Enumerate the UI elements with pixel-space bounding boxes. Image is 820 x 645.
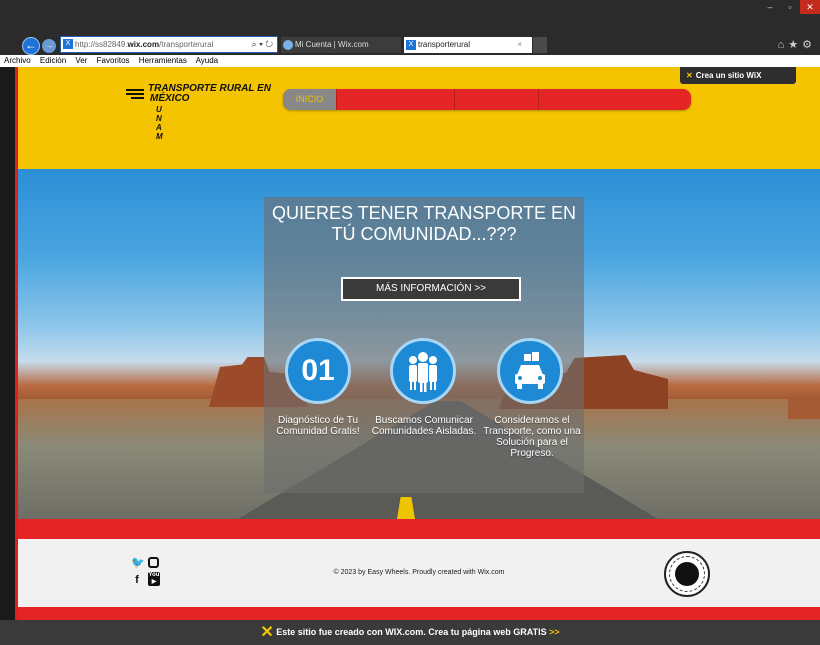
logo-title-line2: MÉXICO	[150, 93, 190, 104]
url-prefix: http://ss82849.	[75, 40, 128, 49]
seal-emblem	[675, 562, 699, 586]
logo-title: TRANSPORTE RURAL EN MÉXICO	[148, 84, 271, 104]
tab-close-icon[interactable]: ×	[517, 37, 522, 53]
mesa-rock	[788, 397, 820, 419]
close-window-button[interactable]: ✕	[800, 0, 820, 14]
tab-mi-cuenta[interactable]: Mi Cuenta | Wix.com	[281, 37, 401, 53]
red-bottom-band	[18, 607, 820, 620]
address-bar[interactable]: X http://ss82849.wix.com/transporterural…	[60, 36, 278, 53]
people-icon[interactable]	[390, 338, 456, 404]
wix-x-icon: ✕	[686, 71, 693, 80]
instagram-icon[interactable]	[148, 557, 159, 568]
tab-label: Mi Cuenta | Wix.com	[295, 40, 369, 49]
forward-button[interactable]: →	[42, 39, 56, 53]
nav-inicio[interactable]: INICIO	[283, 89, 337, 110]
number-01-icon[interactable]: 01	[285, 338, 351, 404]
car-icon[interactable]	[497, 338, 563, 404]
wix-banner-text: Este sitio fue creado con WIX.com. Crea …	[276, 627, 547, 637]
hero-panel: QUIERES TENER TRANSPORTE EN TÚ COMUNIDAD…	[264, 197, 584, 493]
url-path: /transporterural	[159, 40, 214, 49]
more-info-button[interactable]: MÁS INFORMACIÓN >>	[341, 277, 521, 301]
wix-favicon-icon: X	[406, 40, 416, 50]
logo-subtitle: U N A M	[156, 105, 166, 141]
wix-ad-banner[interactable]: ✕ Este sitio fue creado con WIX.com. Cre…	[0, 620, 820, 645]
footer: 🐦 f You ▶ © 2023 by Easy Wheels. Proudly …	[18, 539, 820, 607]
tab-transporterural[interactable]: X transporterural ×	[404, 37, 532, 53]
logo-lines-icon	[126, 89, 144, 101]
feature-text-1: Diagnóstico de Tu Comunidad Gratis!	[276, 415, 360, 437]
url-domain: wix.com	[127, 40, 160, 49]
website-page: TRANSPORTE RURAL EN MÉXICO U N A M INICI…	[18, 67, 820, 620]
wix-tab-icon	[283, 40, 293, 50]
nav-item-2[interactable]	[337, 89, 455, 110]
menu-bar: Archivo Edición Ver Favoritos Herramient…	[0, 55, 820, 67]
browser-titlebar	[0, 0, 820, 33]
twitter-icon[interactable]: 🐦	[131, 557, 145, 569]
hero-title: QUIERES TENER TRANSPORTE EN TÚ COMUNIDAD…	[271, 203, 577, 244]
main-nav: INICIO	[283, 89, 691, 110]
menu-herramientas[interactable]: Herramientas	[139, 56, 187, 65]
browser-toolbar-icons[interactable]: ⌂★⚙	[778, 38, 816, 51]
wix-logo-icon: ✕	[260, 624, 274, 642]
hero-section: QUIERES TENER TRANSPORTE EN TÚ COMUNIDAD…	[18, 169, 820, 519]
feature-text-3: Consideramos el Transporte, como una Sol…	[483, 415, 581, 459]
wix-create-site-badge[interactable]: ✕ Crea un sitio WiX	[680, 67, 796, 84]
minimize-button[interactable]: –	[760, 0, 780, 14]
menu-archivo[interactable]: Archivo	[4, 56, 31, 65]
back-button[interactable]: ←	[22, 37, 40, 55]
tab-label: transporterural	[418, 40, 471, 49]
organization-seal-logo	[664, 551, 710, 597]
red-divider	[18, 519, 820, 539]
menu-ayuda[interactable]: Ayuda	[196, 56, 219, 65]
feature-text-2: Buscamos Comunicar Comunidades Aisladas.	[371, 415, 477, 437]
wix-banner-arrows: >>	[549, 627, 560, 637]
nav-item-3[interactable]	[455, 89, 539, 110]
window-controls: – ▫ ✕	[760, 0, 820, 14]
menu-ver[interactable]: Ver	[75, 56, 87, 65]
menu-favoritos[interactable]: Favoritos	[97, 56, 130, 65]
menu-edicion[interactable]: Edición	[40, 56, 66, 65]
maximize-button[interactable]: ▫	[780, 0, 800, 14]
wix-badge-label: Crea un sitio WiX	[695, 71, 762, 80]
search-refresh-icons[interactable]: ⌕ ▾ ↻	[252, 37, 273, 52]
nav-item-4[interactable]	[539, 89, 691, 110]
new-tab-button[interactable]	[533, 37, 547, 53]
site-favicon-icon: X	[63, 39, 73, 49]
